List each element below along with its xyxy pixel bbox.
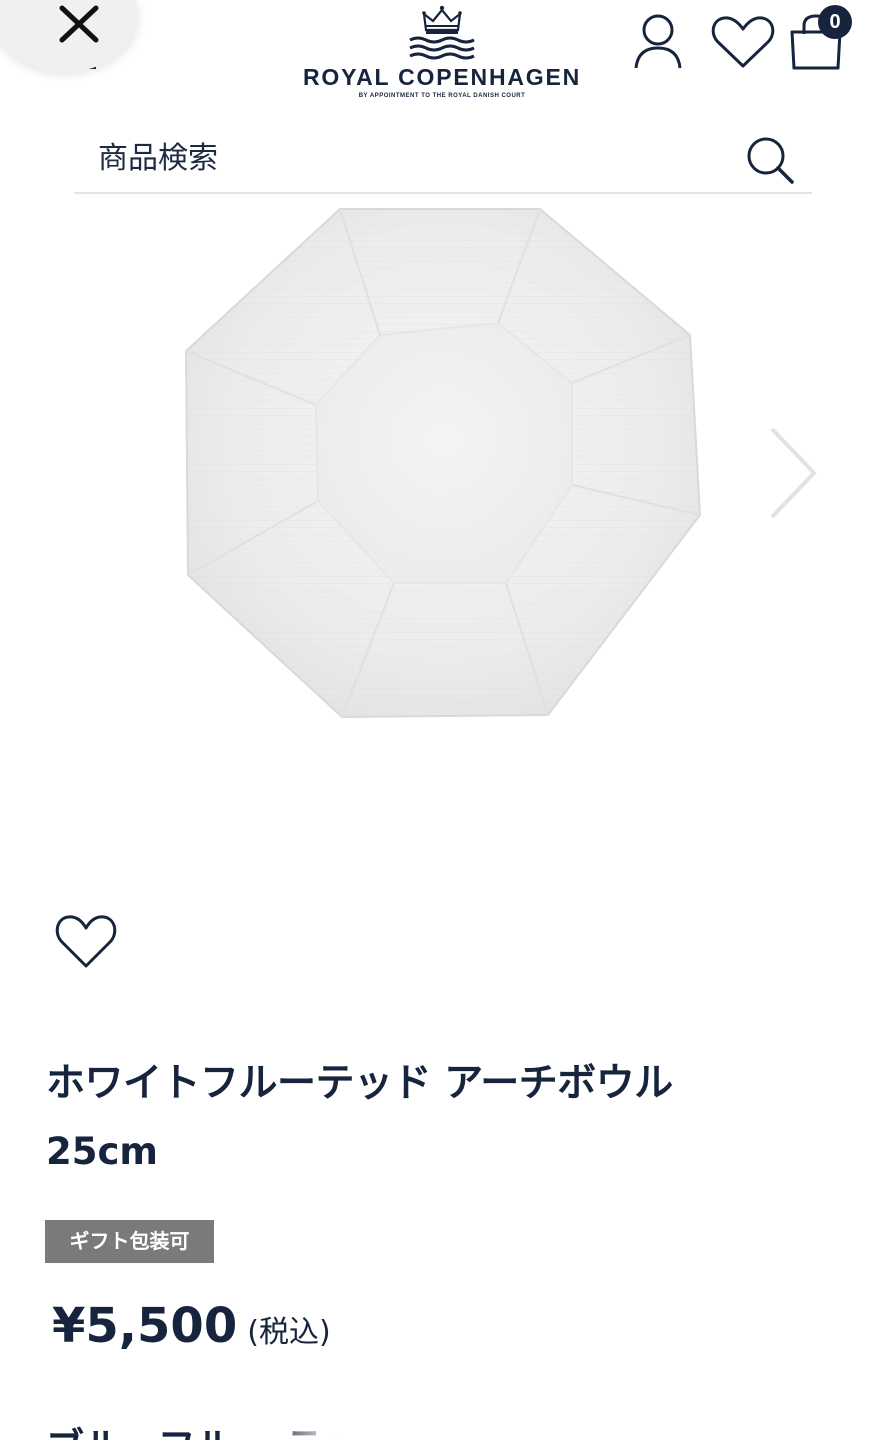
blurred-overlay bbox=[266, 1412, 636, 1440]
heart-icon[interactable] bbox=[710, 14, 776, 70]
brand-logo[interactable]: ROYAL COPENHAGEN BY APPOINTMENT TO THE R… bbox=[262, 2, 622, 102]
close-button[interactable] bbox=[0, 0, 138, 72]
chevron-right-icon[interactable] bbox=[766, 425, 820, 521]
related-product-title[interactable]: ブルーフルー テッド メガ bbox=[46, 1412, 846, 1440]
user-icon[interactable] bbox=[630, 12, 686, 72]
product-size: 25cm bbox=[46, 1130, 158, 1173]
price-value: ¥5,500 bbox=[52, 1298, 238, 1354]
search-input[interactable] bbox=[96, 132, 700, 184]
favorite-heart-icon[interactable] bbox=[54, 912, 118, 970]
tax-note: (税込) bbox=[247, 1315, 331, 1350]
search-bar bbox=[74, 126, 812, 194]
gift-wrap-badge: ギフト包装可 bbox=[45, 1220, 214, 1263]
close-icon bbox=[59, 5, 99, 43]
product-page: ROYAL COPENHAGEN BY APPOINTMENT TO THE R… bbox=[0, 0, 887, 1440]
product-title: ホワイトフルーテッド アーチボウル bbox=[46, 1061, 673, 1106]
brand-tagline: BY APPOINTMENT TO THE ROYAL DANISH COURT bbox=[358, 93, 526, 99]
price: ¥5,500 (税込) bbox=[52, 1298, 331, 1354]
search-icon[interactable] bbox=[744, 134, 798, 188]
cart-count-badge: 0 bbox=[818, 5, 852, 39]
brand-name: ROYAL COPENHAGEN bbox=[302, 64, 581, 90]
product-image[interactable] bbox=[180, 205, 710, 725]
crown-waves-icon bbox=[409, 5, 475, 60]
